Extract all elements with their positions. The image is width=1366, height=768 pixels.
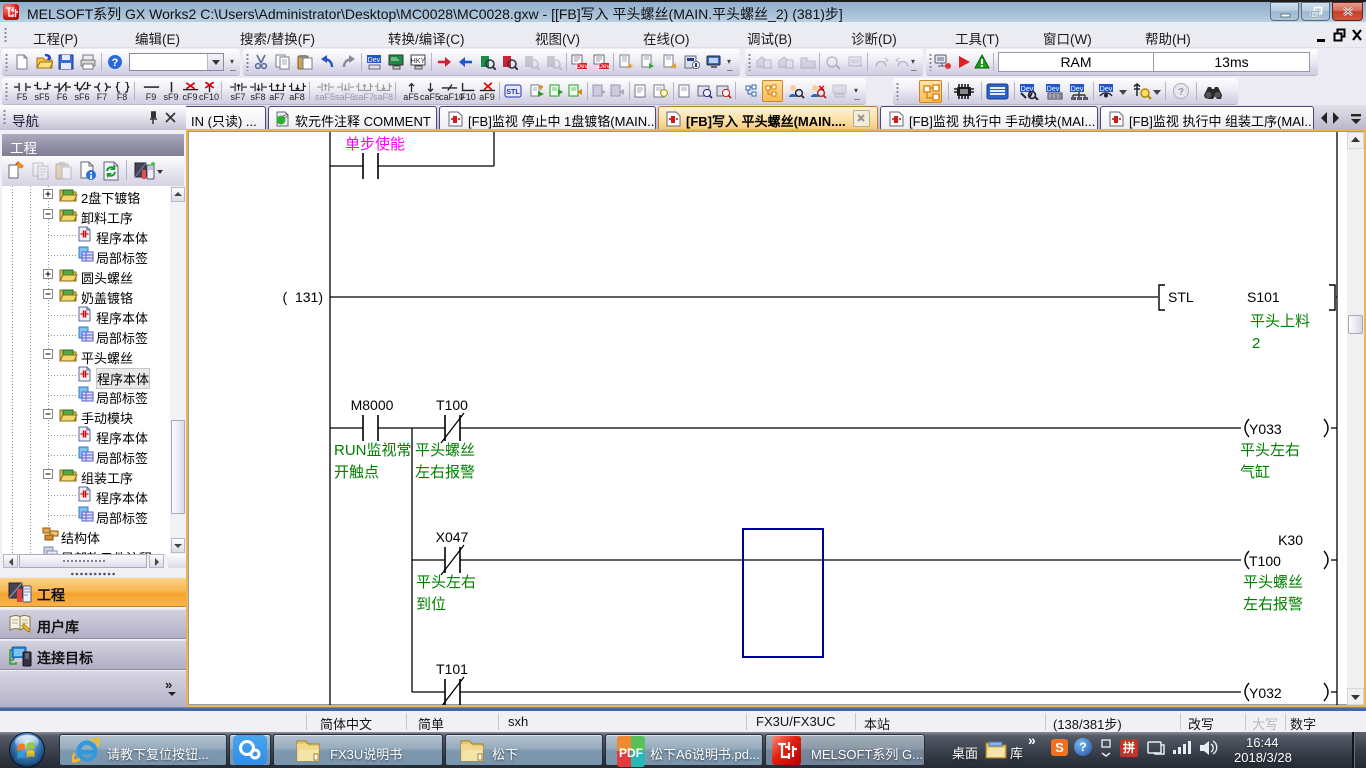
svg-text:RUN监视常: RUN监视常: [334, 442, 412, 459]
svg-text:平头上料: 平头上料: [1250, 313, 1310, 330]
svg-text:?: ?: [112, 57, 119, 69]
svg-text:平头螺丝: 平头螺丝: [1243, 574, 1303, 591]
svg-text:STL: STL: [506, 89, 520, 96]
svg-text:( 131): ( 131): [283, 289, 323, 305]
svg-text:X047: X047: [436, 529, 469, 545]
svg-text:Y032: Y032: [1249, 685, 1282, 701]
svg-text:Dev: Dev: [576, 63, 588, 70]
svg-text:平头左右: 平头左右: [416, 574, 476, 591]
svg-text:平头左右: 平头左右: [1240, 442, 1300, 459]
svg-text:Dev: Dev: [1071, 86, 1084, 93]
svg-text:PDF: PDF: [619, 746, 643, 760]
svg-text:STL: STL: [1168, 289, 1194, 305]
svg-text:T101: T101: [436, 661, 468, 677]
svg-text:T100: T100: [1249, 553, 1281, 569]
svg-text:K30: K30: [1278, 532, 1303, 548]
svg-text:Dev: Dev: [1047, 86, 1060, 93]
svg-text:到位: 到位: [416, 596, 446, 613]
svg-text:左右报警: 左右报警: [415, 464, 475, 481]
svg-text:Dev: Dev: [367, 57, 380, 64]
svg-text:Y033: Y033: [1249, 421, 1282, 437]
svg-text:气缸: 气缸: [1240, 463, 1270, 481]
svg-text:S101: S101: [1247, 289, 1280, 305]
svg-text:HKY: HKY: [410, 58, 425, 65]
svg-text:平头螺丝: 平头螺丝: [415, 442, 475, 459]
svg-text:单步使能: 单步使能: [345, 136, 405, 153]
svg-text:M8000: M8000: [351, 397, 394, 413]
svg-text:Dev: Dev: [598, 63, 610, 70]
svg-text:开触点: 开触点: [334, 464, 379, 481]
svg-text:Dev: Dev: [1100, 86, 1113, 93]
svg-text:?: ?: [1178, 87, 1184, 98]
svg-text:左右报警: 左右报警: [1243, 596, 1303, 613]
svg-text:T100: T100: [436, 397, 468, 413]
svg-text:2: 2: [1252, 335, 1260, 352]
